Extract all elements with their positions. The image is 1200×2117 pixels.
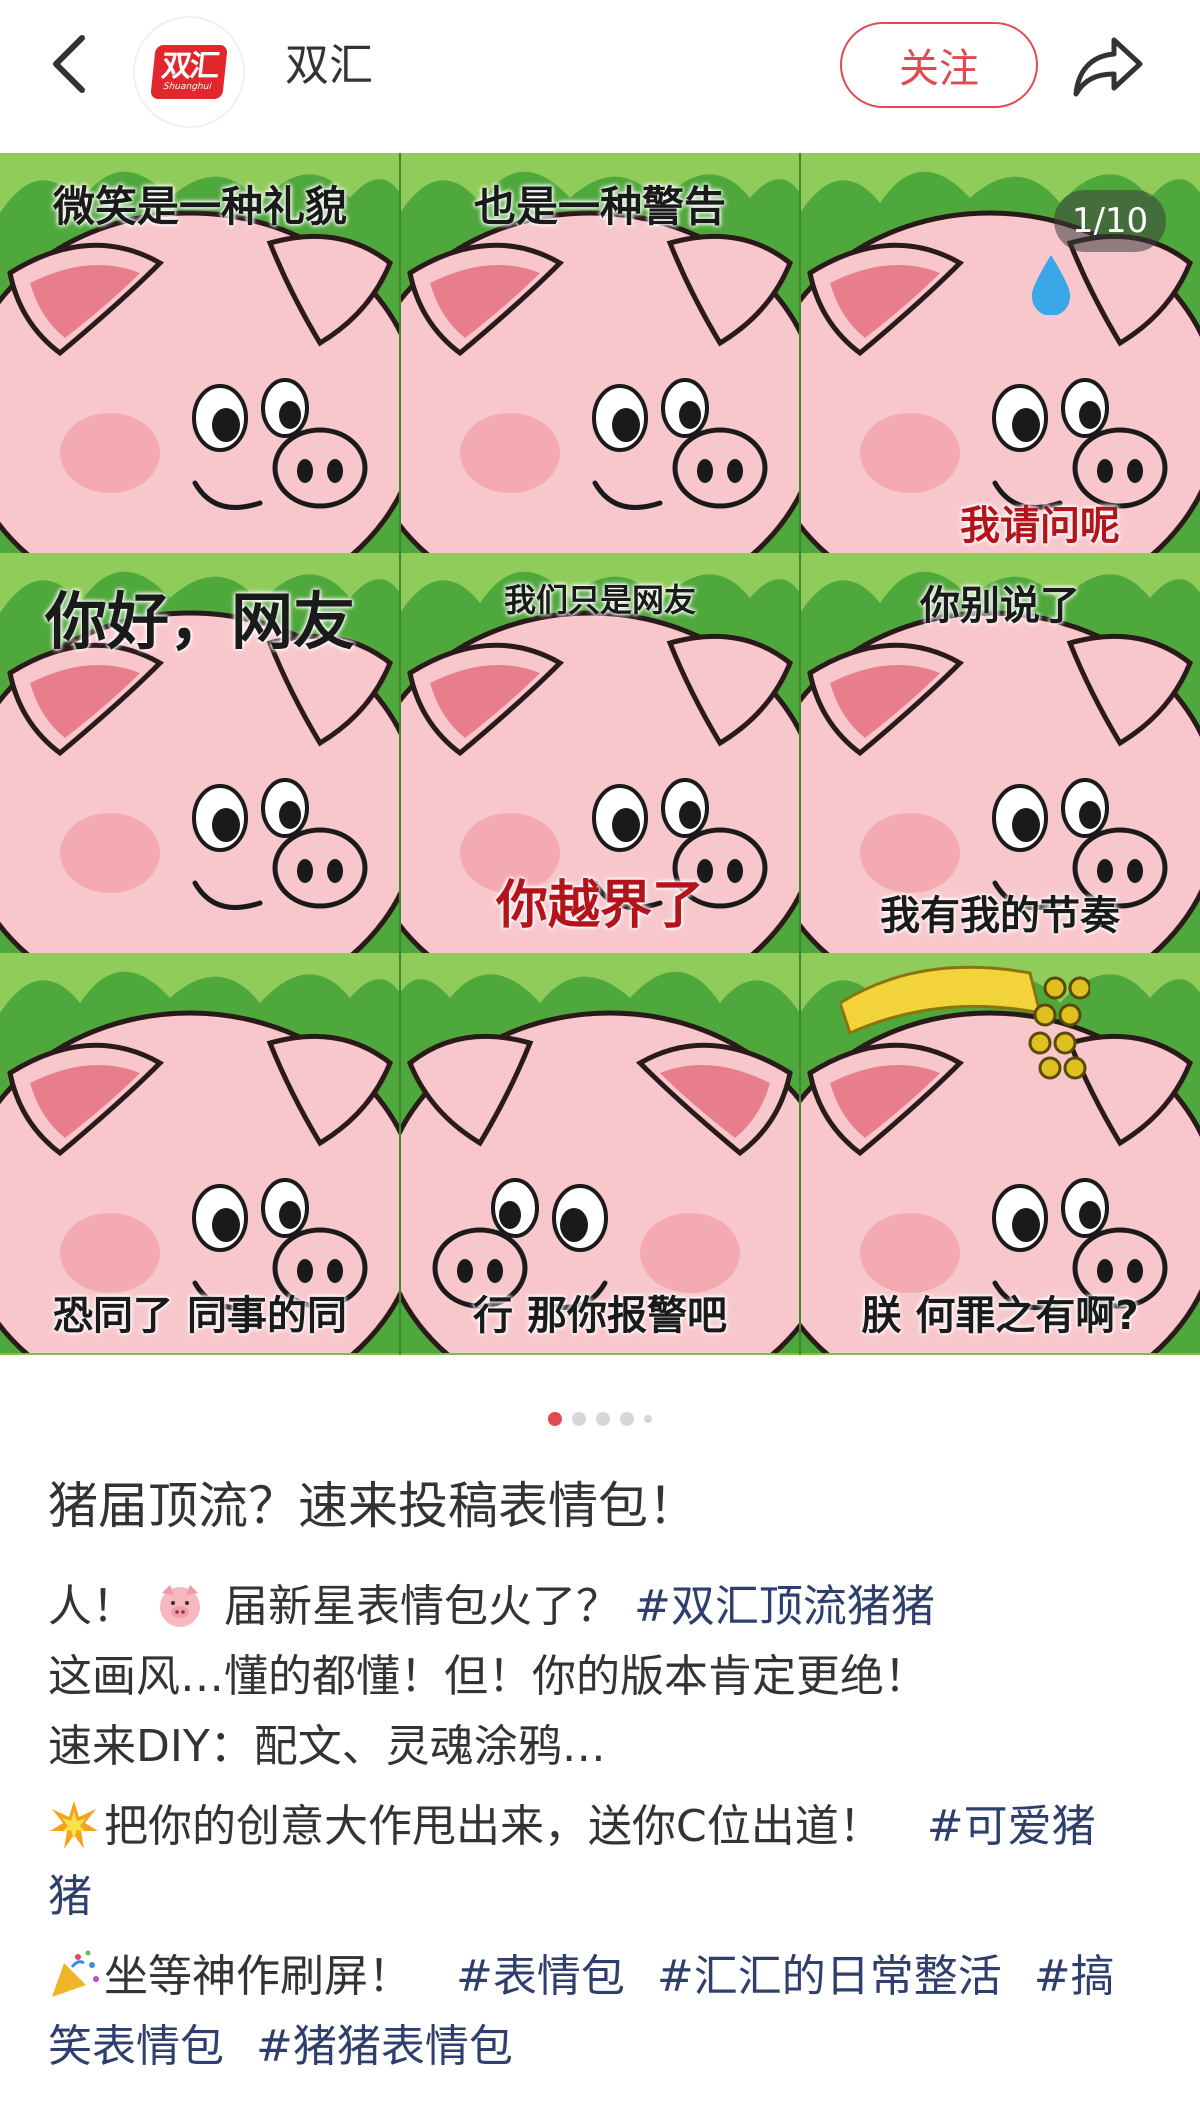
share-icon xyxy=(1073,37,1143,97)
meme-caption: 你别说了 xyxy=(920,583,1080,629)
body-text-segment: 把你的创意大作甩出来，送你C位出道！ xyxy=(104,1801,883,1852)
hashtag-link[interactable]: 笑表情包 xyxy=(48,2021,224,2072)
body-text-segment: 坐等神作刷屏！ xyxy=(104,1951,412,2002)
body-line: 猪 xyxy=(48,1862,1158,1932)
top-bar: 双汇 Shuanghui 双汇 关注 xyxy=(0,0,1200,140)
meme-tile: 我们只是网友 你越界了 xyxy=(400,553,800,953)
body-text-segment: 人！ xyxy=(48,1581,136,1632)
body-line: 速来DIY：配文、灵魂涂鸦… xyxy=(48,1721,606,1772)
body-line: 笑表情包 #猪猪表情包 xyxy=(48,2012,1158,2082)
back-icon xyxy=(53,35,85,93)
meme-tile: 微笑是一种礼貌 xyxy=(0,153,400,553)
follow-button[interactable]: 关注 xyxy=(840,22,1038,108)
carousel-dot[interactable] xyxy=(596,1412,610,1426)
meme-caption: 你好，网友 xyxy=(44,585,355,658)
meme-caption: 朕 何罪之有啊? xyxy=(861,1293,1139,1339)
post-body: 人！ 届新星表情包火了？ #双汇顶流猪猪 这画风…懂的都懂！但！你的版本肯定更绝… xyxy=(48,1572,1158,2082)
meme-caption: 微笑是一种礼貌 xyxy=(52,182,347,231)
meme-tile: 你别说了 我有我的节奏 xyxy=(800,553,1200,953)
meme-tile: 恐同了 同事的同 xyxy=(0,953,400,1353)
body-line: 把你的创意大作甩出来，送你C位出道！ #可爱猪 xyxy=(48,1792,1158,1862)
account-name[interactable]: 双汇 xyxy=(285,38,373,94)
party-popper-emoji-icon xyxy=(52,1950,99,1997)
body-line: 人！ 届新星表情包火了？ #双汇顶流猪猪 xyxy=(48,1572,1158,1642)
carousel-dot[interactable] xyxy=(548,1412,562,1426)
grid-divider xyxy=(399,153,401,1355)
hashtag-link[interactable]: #汇汇的日常整活 xyxy=(657,1951,1002,2002)
meme-tile: 也是一种警告 xyxy=(400,153,800,553)
explosion-emoji-icon xyxy=(50,1801,98,1849)
carousel-dot[interactable] xyxy=(620,1412,634,1426)
crown-icon xyxy=(840,965,1090,1080)
hashtag-link[interactable]: #搞 xyxy=(1034,1951,1115,2002)
sweat-drop-icon xyxy=(1031,255,1071,315)
grid-divider xyxy=(799,153,801,1355)
post-title: 猪届顶流？速来投稿表情包！ xyxy=(48,1477,698,1535)
carousel-indicator xyxy=(0,1410,1200,1428)
body-line: 这画风…懂的都懂！但！你的版本肯定更绝！ xyxy=(48,1651,928,1702)
avatar[interactable]: 双汇 Shuanghui xyxy=(133,16,245,128)
meme-tile: 行 那你报警吧 xyxy=(400,953,800,1353)
meme-caption: 我有我的节奏 xyxy=(880,893,1120,939)
post-image-carousel[interactable]: 微笑是一种礼貌 也是一种警告 我请问呢 你好，网友 我们只是网友 你越界了 你别… xyxy=(0,153,1200,1355)
body-text-segment: 届新星表情包火了？ xyxy=(224,1581,620,1632)
meme-tile: 朕 何罪之有啊? xyxy=(800,953,1200,1353)
image-counter-badge: 1/10 xyxy=(1054,190,1166,252)
meme-caption: 你越界了 xyxy=(495,876,704,936)
carousel-dot[interactable] xyxy=(644,1415,652,1423)
carousel-dot[interactable] xyxy=(572,1412,586,1426)
share-button[interactable] xyxy=(1066,24,1150,108)
meme-caption: 恐同了 同事的同 xyxy=(53,1293,347,1339)
hashtag-link[interactable]: #表情包 xyxy=(456,1951,625,2002)
body-line: 坐等神作刷屏！ #表情包 #汇汇的日常整活 #搞 xyxy=(48,1942,1158,2012)
brand-logo: 双汇 Shuanghui xyxy=(150,45,228,99)
meme-tile: 你好，网友 xyxy=(0,553,400,953)
back-button[interactable] xyxy=(38,26,98,102)
hashtag-link[interactable]: #猪猪表情包 xyxy=(256,2021,513,2072)
hashtag-link[interactable]: #双汇顶流猪猪 xyxy=(634,1581,935,1632)
meme-caption: 行 那你报警吧 xyxy=(473,1293,727,1339)
hashtag-link[interactable]: #可爱猪 xyxy=(927,1801,1096,1852)
meme-caption: 也是一种警告 xyxy=(473,182,726,231)
pig-emoji-icon xyxy=(160,1585,200,1627)
meme-caption: 我们只是网友 xyxy=(503,581,696,619)
meme-caption: 我请问呢 xyxy=(960,503,1120,549)
hashtag-link[interactable]: 猪 xyxy=(48,1871,92,1922)
